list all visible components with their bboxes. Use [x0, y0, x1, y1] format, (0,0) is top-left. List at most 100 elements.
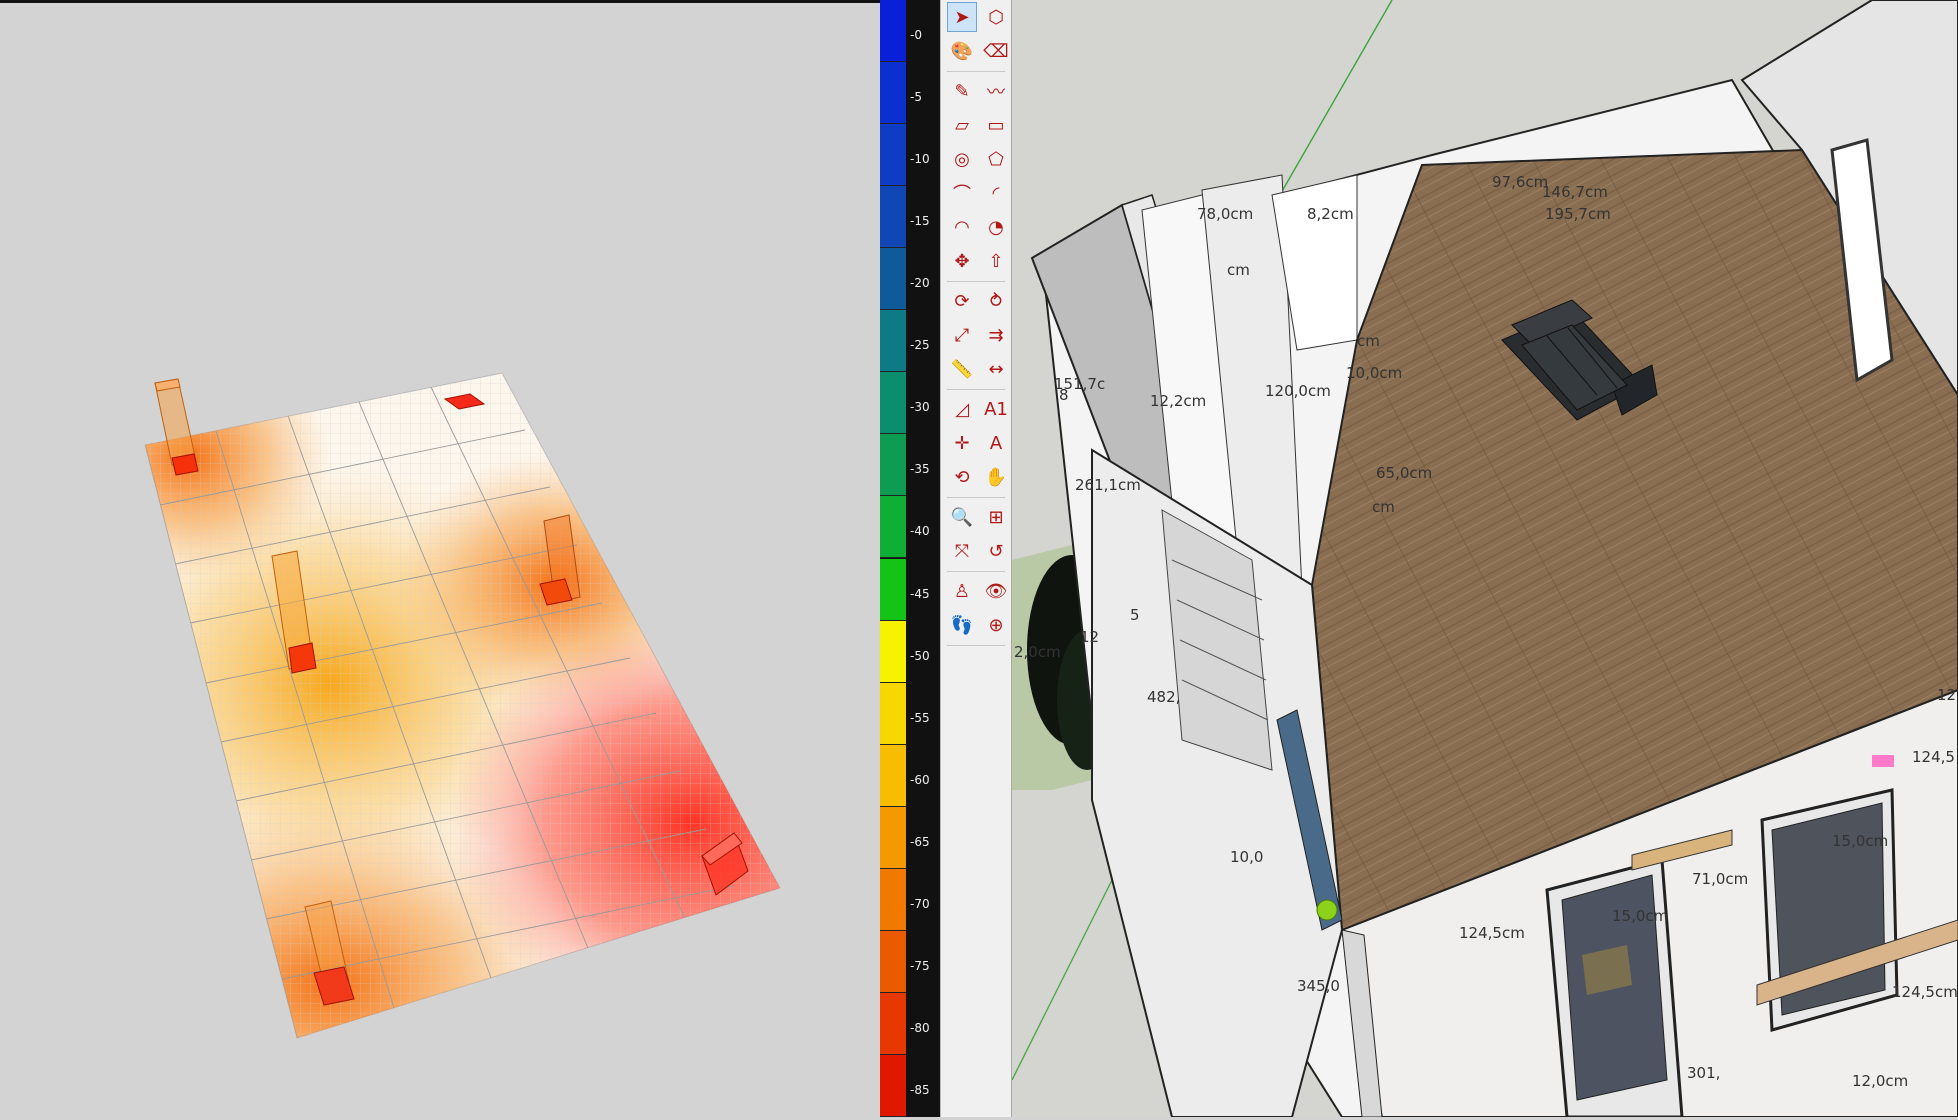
- zoom-extents-icon: ⤧: [954, 540, 970, 562]
- 3d-model-viewport[interactable]: 97,6cm 146,7cm 195,7cm 78,0cm 8,2cm cm 1…: [1012, 0, 1958, 1117]
- legend-label: -5: [910, 90, 922, 105]
- legend-swatch: [880, 248, 906, 311]
- orbit-tool[interactable]: ⟲: [947, 462, 977, 492]
- position-camera-tool[interactable]: ♙: [947, 576, 977, 606]
- rotated-rectangle-icon: ▭: [987, 114, 1005, 136]
- follow-me-icon: ⥁: [989, 290, 1003, 312]
- legend-label: -15: [910, 214, 930, 229]
- legend-swatch: [880, 558, 906, 621]
- zoom-window-icon: ⊞: [988, 506, 1004, 528]
- legend-label: -40: [910, 524, 930, 539]
- legend-swatch: [880, 186, 906, 249]
- toolbar-separator: [947, 71, 1005, 72]
- dimension-label: 345,0: [1297, 977, 1340, 995]
- follow-me-tool[interactable]: ⥁: [981, 286, 1011, 316]
- scale-tool[interactable]: ⤢: [947, 320, 977, 350]
- axes-tool[interactable]: ✛: [947, 428, 977, 458]
- rotated-rectangle-tool[interactable]: ▭: [981, 110, 1011, 140]
- dimension-label: 2,0cm: [1014, 643, 1061, 661]
- arc-tool[interactable]: ⌒: [947, 178, 977, 208]
- dimension-label: 124,5: [1912, 748, 1955, 766]
- dimension-label: 124,5cm: [1892, 983, 1958, 1001]
- rectangle-tool[interactable]: ▱: [947, 110, 977, 140]
- toolbar-separator: [947, 645, 1005, 646]
- walk-tool[interactable]: 👣: [947, 610, 977, 640]
- section-plane-tool[interactable]: ⊕: [981, 610, 1011, 640]
- push-pull-tool[interactable]: ⇧: [981, 246, 1011, 276]
- camera-position-icon: ♙: [953, 580, 971, 602]
- dimension-label: 5: [1130, 606, 1140, 624]
- pie-tool[interactable]: ◔: [981, 212, 1011, 242]
- two-point-arc-tool[interactable]: ◜: [981, 178, 1011, 208]
- look-around-tool[interactable]: 👁: [981, 576, 1011, 606]
- select-tool[interactable]: ➤: [947, 2, 977, 32]
- move-icon: ✥: [954, 250, 970, 272]
- component-tool[interactable]: ⬡: [981, 2, 1011, 32]
- paint-bucket-tool[interactable]: 🎨: [947, 36, 977, 66]
- zoom-window-tool[interactable]: ⊞: [981, 502, 1011, 532]
- legend-label: -70: [910, 896, 930, 911]
- freehand-tool[interactable]: 〰: [981, 76, 1011, 106]
- offset-tool[interactable]: ⇉: [981, 320, 1011, 350]
- dimension-label: 10,0cm: [1346, 364, 1402, 382]
- heatmap-viewport[interactable]: [0, 0, 880, 1117]
- dimension-label: 124,5cm: [1459, 924, 1525, 942]
- dimension-label: 146,7cm: [1542, 183, 1608, 201]
- polygon-icon: ⬠: [988, 148, 1004, 170]
- text-tool[interactable]: A1: [981, 394, 1011, 424]
- dimension-label: 12: [1937, 686, 1956, 704]
- legend-swatch: [880, 992, 906, 1055]
- cube-icon: ⬡: [988, 6, 1004, 28]
- move-tool[interactable]: ✥: [947, 246, 977, 276]
- dimension-label: 71,0cm: [1692, 870, 1748, 888]
- dimension-label: 8,2cm: [1307, 205, 1354, 223]
- three-point-arc-tool[interactable]: ◠: [947, 212, 977, 242]
- legend-swatch: [880, 0, 906, 63]
- dimension-label: 65,0cm: [1376, 464, 1432, 482]
- scale-icon: ⤢: [954, 324, 970, 346]
- eye-icon: 👁: [984, 580, 1008, 602]
- paint-bucket-icon: 🎨: [950, 40, 974, 62]
- window-left: [1545, 858, 1684, 1117]
- previous-view-tool[interactable]: ↺: [981, 536, 1011, 566]
- dimension-tool[interactable]: ↔: [981, 354, 1011, 384]
- 3d-text-tool[interactable]: A: [981, 428, 1011, 458]
- line-tool[interactable]: ✎: [947, 76, 977, 106]
- zoom-extents-tool[interactable]: ⤧: [947, 536, 977, 566]
- tape-measure-icon: 📏: [950, 358, 974, 380]
- axes-icon: ✛: [954, 432, 970, 454]
- legend-label: -75: [910, 958, 930, 973]
- tape-measure-tool[interactable]: 📏: [947, 354, 977, 384]
- toolbar-separator: [947, 497, 1005, 498]
- legend-label: -35: [910, 462, 930, 477]
- freehand-icon: 〰: [987, 82, 1005, 103]
- 3d-text-icon: A: [989, 432, 1003, 454]
- legend-swatch: [880, 496, 906, 559]
- legend-swatch: [880, 310, 906, 373]
- circle-tool[interactable]: ◎: [947, 144, 977, 174]
- legend-swatch: [880, 806, 906, 869]
- dimension-label: 8: [1059, 386, 1069, 404]
- toolbar-separator: [947, 389, 1005, 390]
- zoom-tool[interactable]: 🔍: [947, 502, 977, 532]
- legend-label: -25: [910, 338, 930, 353]
- rotate-icon: ⟳: [954, 290, 970, 312]
- protractor-icon: ◿: [955, 398, 969, 420]
- eraser-icon: ⌫: [983, 40, 1009, 62]
- toolbar-separator: [947, 281, 1005, 282]
- dimension-label: 15,0cm: [1612, 907, 1668, 925]
- offset-icon: ⇉: [988, 324, 1004, 346]
- legend-label: -0: [910, 28, 922, 42]
- legend-label: -50: [910, 648, 930, 663]
- hand-icon: ✋: [984, 466, 1008, 488]
- rotate-tool[interactable]: ⟳: [947, 286, 977, 316]
- pan-tool[interactable]: ✋: [981, 462, 1011, 492]
- legend-swatch: [880, 744, 906, 807]
- protractor-tool[interactable]: ◿: [947, 394, 977, 424]
- legend-label: -55: [910, 710, 930, 725]
- polygon-tool[interactable]: ⬠: [981, 144, 1011, 174]
- arrow-icon: ➤: [954, 6, 970, 28]
- legend-swatch: [880, 930, 906, 993]
- eraser-tool[interactable]: ⌫: [981, 36, 1011, 66]
- toolbar-separator: [947, 571, 1005, 572]
